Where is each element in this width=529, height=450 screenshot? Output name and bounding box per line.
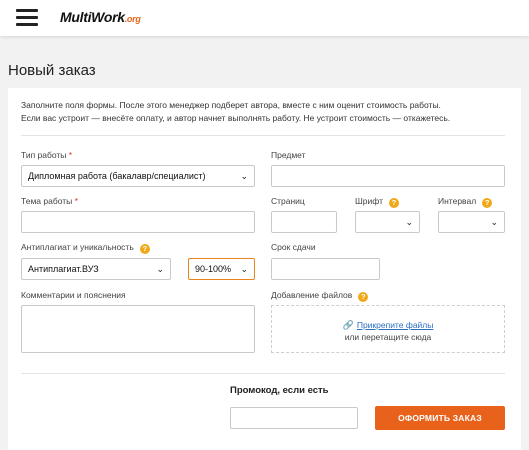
divider [21,135,505,136]
intro-line-1: Заполните поля формы. После этого менедж… [21,100,441,110]
work-type-select[interactable]: Дипломная работа (бакалавр/специалист) ⌄ [21,165,255,187]
divider [21,373,505,374]
antiplagiat-system-select[interactable]: Антиплагиат.ВУЗ ⌄ [21,258,171,280]
interval-label: Интервал? [438,196,493,208]
help-icon[interactable]: ? [139,244,150,254]
chevron-down-icon: ⌄ [240,170,248,181]
pages-label: Страниц [271,196,305,206]
comments-textarea[interactable] [21,305,255,353]
help-icon[interactable]: ? [482,198,493,208]
subject-label: Предмет [271,150,306,160]
page-title: Новый заказ [8,62,96,79]
subject-input[interactable] [271,165,505,187]
submit-order-button[interactable]: ОФОРМИТЬ ЗАКАЗ [375,406,505,430]
topic-label: Тема работы * [21,196,78,206]
site-logo[interactable]: MultiWork.org [60,9,141,25]
work-type-label: Тип работы * [21,150,73,160]
form-intro: Заполните поля формы. После этого менедж… [21,99,511,125]
interval-select[interactable]: ⌄ [438,211,505,233]
deadline-input[interactable] [271,258,380,280]
chevron-down-icon: ⌄ [490,216,498,227]
promo-input[interactable] [230,407,358,429]
top-header: MultiWork.org [0,0,529,36]
paperclip-icon: 🔗 [342,320,354,330]
font-select[interactable]: ⌄ [355,211,420,233]
topic-input[interactable] [21,211,255,233]
attach-files-link[interactable]: Прикрепите файлы [357,320,434,330]
antiplagiat-label: Антиплагиат и уникальность? [21,242,150,254]
font-label: Шрифт? [355,196,399,208]
comments-label: Комментарии и пояснения [21,290,126,300]
deadline-label: Срок сдачи [271,242,316,252]
files-label: Добавление файлов? [271,290,369,302]
order-form-card: Заполните поля формы. После этого менедж… [8,88,521,450]
dropzone-hint: или перетащите сюда [344,332,432,342]
file-dropzone[interactable]: 🔗 Прикрепите файлы или перетащите сюда [271,305,505,353]
uniqueness-percent-select[interactable]: 90-100% ⌄ [188,258,255,280]
chevron-down-icon: ⌄ [156,263,164,274]
intro-line-2: Если вас устроит — внесёте оплату, и авт… [21,113,451,123]
pages-input[interactable] [271,211,337,233]
chevron-down-icon: ⌄ [405,216,413,227]
promo-label: Промокод, если есть [230,385,329,396]
hamburger-menu-icon[interactable] [16,9,38,27]
chevron-down-icon: ⌄ [240,263,248,274]
help-icon[interactable]: ? [358,292,369,302]
help-icon[interactable]: ? [388,198,399,208]
